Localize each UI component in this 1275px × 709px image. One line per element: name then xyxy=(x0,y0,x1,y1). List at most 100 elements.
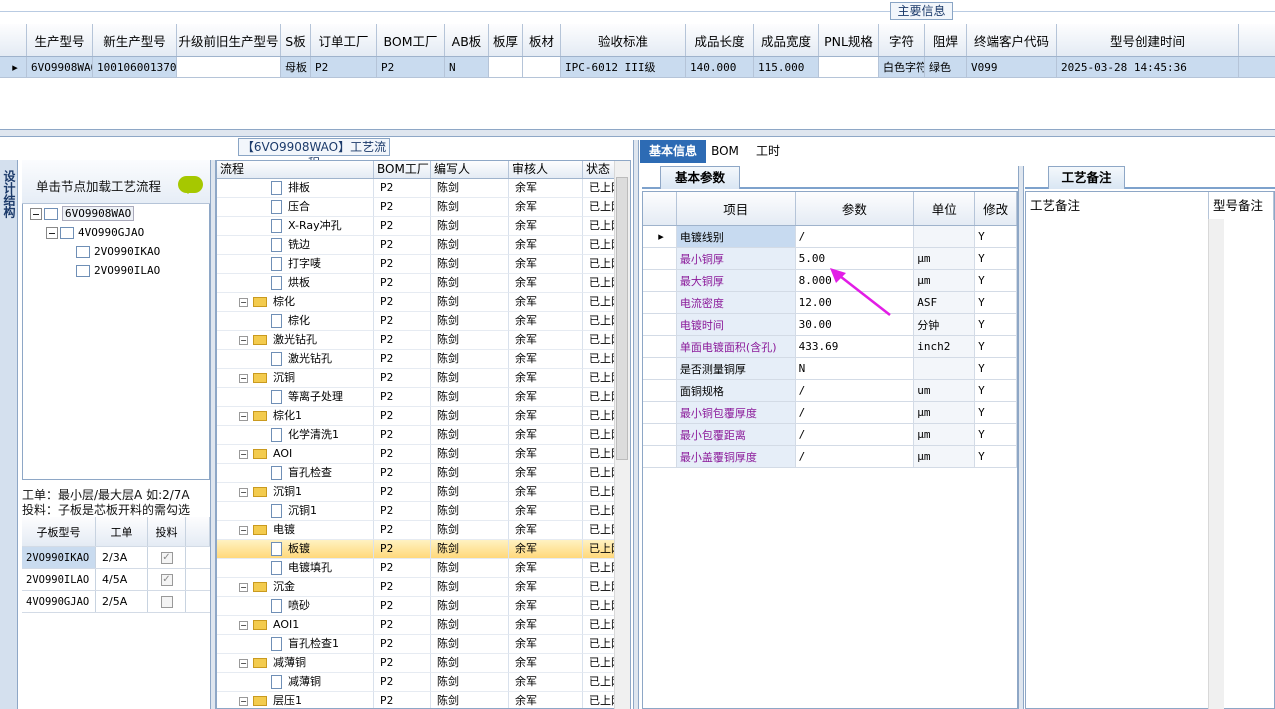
process-name-cell[interactable]: − 减薄铜 xyxy=(217,654,374,673)
cell[interactable]: P2 xyxy=(377,57,445,77)
process-name-cell[interactable]: − AOI xyxy=(217,445,374,464)
col-process-note[interactable]: 工艺备注 xyxy=(1026,192,1209,220)
param-modify-cell[interactable]: Y xyxy=(975,446,1017,467)
process-row[interactable]: − 激光钻孔 P2 陈剑 余军 已上网 xyxy=(217,331,630,350)
sub-table-row[interactable]: 2VO990ILAO 4/5A ✓ xyxy=(22,569,210,591)
param-modify-cell[interactable]: Y xyxy=(975,380,1017,401)
col-header[interactable]: 生产型号 xyxy=(27,24,93,56)
col-header[interactable]: 终端客户代码 xyxy=(967,24,1057,56)
param-item-cell[interactable]: 电镀线别 xyxy=(676,226,796,247)
param-unit-cell[interactable] xyxy=(914,226,976,247)
process-row[interactable]: 喷砂 P2 陈剑 余军 已上网 xyxy=(217,597,630,616)
sub-model-cell[interactable]: 2VO990ILAO xyxy=(22,569,96,590)
param-item-cell[interactable]: 面铜规格 xyxy=(676,380,796,401)
row-selector[interactable] xyxy=(643,424,677,445)
col-header[interactable]: 编写人 xyxy=(431,161,509,178)
param-modify-cell[interactable]: Y xyxy=(975,270,1017,291)
process-name-cell[interactable]: 棕化 xyxy=(217,312,374,331)
process-row[interactable]: 沉铜1 P2 陈剑 余军 已上网 xyxy=(217,502,630,521)
process-name-cell[interactable]: 板镀 xyxy=(217,540,374,559)
col-header[interactable]: 型号创建时间 xyxy=(1057,24,1239,56)
param-row[interactable]: ▸ 电镀线别 / Y xyxy=(643,226,1017,248)
message-bubble-icon[interactable] xyxy=(178,176,203,194)
process-name-cell[interactable]: 铣边 xyxy=(217,236,374,255)
param-item-cell[interactable]: 最小盖覆铜厚度 xyxy=(676,446,796,467)
param-unit-cell[interactable]: inch2 xyxy=(914,336,976,357)
param-row[interactable]: 最小包覆距离 / μm Y xyxy=(643,424,1017,446)
param-row[interactable]: 最小盖覆铜厚度 / μm Y xyxy=(643,446,1017,468)
param-row[interactable]: 面铜规格 / um Y xyxy=(643,380,1017,402)
row-selector[interactable] xyxy=(643,292,677,313)
col-header[interactable]: 子板型号 xyxy=(22,517,96,546)
collapse-icon[interactable]: − xyxy=(239,620,248,630)
process-row[interactable]: − AOI P2 陈剑 余军 已上网 xyxy=(217,445,630,464)
process-name-cell[interactable]: − 棕化1 xyxy=(217,407,374,426)
process-row[interactable]: 激光钻孔 P2 陈剑 余军 已上网 xyxy=(217,350,630,369)
process-name-cell[interactable]: 沉铜1 xyxy=(217,502,374,521)
process-row[interactable]: − 沉铜1 P2 陈剑 余军 已上网 xyxy=(217,483,630,502)
param-unit-cell[interactable]: um xyxy=(914,380,976,401)
param-item-cell[interactable]: 最小铜包覆厚度 xyxy=(676,402,796,423)
col-header[interactable]: 阻焊 xyxy=(925,24,967,56)
sub-table-row[interactable]: 2VO990IKAO 2/3A ✓ xyxy=(22,547,210,569)
col-header[interactable]: 成品长度 xyxy=(686,24,754,56)
col-header[interactable]: PNL规格 xyxy=(819,24,879,56)
param-item-cell[interactable]: 电流密度 xyxy=(676,292,796,313)
row-selector[interactable] xyxy=(643,248,677,269)
collapse-icon[interactable]: − xyxy=(239,411,248,421)
tab-basic-info[interactable]: 基本信息 xyxy=(640,140,706,163)
process-row[interactable]: − AOI1 P2 陈剑 余军 已上网 xyxy=(217,616,630,635)
process-row[interactable]: − 沉金 P2 陈剑 余军 已上网 xyxy=(217,578,630,597)
tab-process-note[interactable]: 工艺备注 xyxy=(1048,166,1125,189)
process-row[interactable]: 铣边 P2 陈剑 余军 已上网 xyxy=(217,236,630,255)
process-row[interactable]: 烘板 P2 陈剑 余军 已上网 xyxy=(217,274,630,293)
cell[interactable] xyxy=(523,57,561,77)
cell[interactable]: IPC-6012 III级 xyxy=(561,57,686,77)
row-selector[interactable] xyxy=(643,270,677,291)
param-item-cell[interactable]: 电镀时间 xyxy=(676,314,796,335)
col-header[interactable]: S板 xyxy=(281,24,311,56)
main-info-row[interactable]: ▸6VO9908WAO10010600137073母板P2P2NIPC-6012… xyxy=(0,57,1275,78)
feed-checkbox[interactable] xyxy=(160,595,173,608)
tree-node[interactable]: 2VO990ILAO xyxy=(30,261,200,280)
tree-node[interactable]: 2VO990IKAO xyxy=(30,242,200,261)
param-modify-cell[interactable]: Y xyxy=(975,358,1017,379)
row-selector[interactable] xyxy=(643,358,677,379)
cell[interactable]: N xyxy=(445,57,489,77)
process-row[interactable]: 等离子处理 P2 陈剑 余军 已上网 xyxy=(217,388,630,407)
process-row[interactable]: 化学清洗1 P2 陈剑 余军 已上网 xyxy=(217,426,630,445)
process-row[interactable]: − 棕化1 P2 陈剑 余军 已上网 xyxy=(217,407,630,426)
param-unit-cell[interactable] xyxy=(914,358,976,379)
sub-order-cell[interactable]: 4/5A xyxy=(96,569,148,590)
sub-model-cell[interactable]: 2VO990IKAO xyxy=(22,547,96,568)
cell[interactable]: 115.000 xyxy=(754,57,819,77)
param-row[interactable]: 单面电镀面积(含孔) 433.69 inch2 Y xyxy=(643,336,1017,358)
param-item-cell[interactable]: 最小包覆距离 xyxy=(676,424,796,445)
row-selector[interactable] xyxy=(643,314,677,335)
process-name-cell[interactable]: − 沉铜1 xyxy=(217,483,374,502)
process-name-cell[interactable]: − 棕化 xyxy=(217,293,374,312)
process-name-cell[interactable]: 排板 xyxy=(217,179,374,198)
cell[interactable] xyxy=(177,57,281,77)
col-header[interactable]: 字符 xyxy=(879,24,925,56)
sub-feed-cell[interactable] xyxy=(148,591,186,612)
col-header[interactable]: 工单 xyxy=(96,517,148,546)
process-name-cell[interactable]: 盲孔检查 xyxy=(217,464,374,483)
cell[interactable]: V099 xyxy=(967,57,1057,77)
param-value-cell[interactable]: N xyxy=(796,358,915,379)
process-row[interactable]: − 棕化 P2 陈剑 余军 已上网 xyxy=(217,293,630,312)
process-row[interactable]: − 沉铜 P2 陈剑 余军 已上网 xyxy=(217,369,630,388)
collapse-icon[interactable]: − xyxy=(239,373,248,383)
collapse-icon[interactable]: − xyxy=(239,297,248,307)
cell[interactable]: 10010600137073 xyxy=(93,57,177,77)
param-value-cell[interactable]: / xyxy=(796,226,915,247)
process-name-cell[interactable]: 烘板 xyxy=(217,274,374,293)
col-header[interactable]: 项目 xyxy=(677,192,796,225)
process-row[interactable]: 盲孔检查1 P2 陈剑 余军 已上网 xyxy=(217,635,630,654)
design-structure-strip[interactable] xyxy=(0,160,18,709)
process-row[interactable]: 压合 P2 陈剑 余军 已上网 xyxy=(217,198,630,217)
process-name-cell[interactable]: 减薄铜 xyxy=(217,673,374,692)
param-modify-cell[interactable]: Y xyxy=(975,248,1017,269)
col-header[interactable]: 订单工厂 xyxy=(311,24,377,56)
middle-vertical-splitter[interactable] xyxy=(633,140,639,709)
